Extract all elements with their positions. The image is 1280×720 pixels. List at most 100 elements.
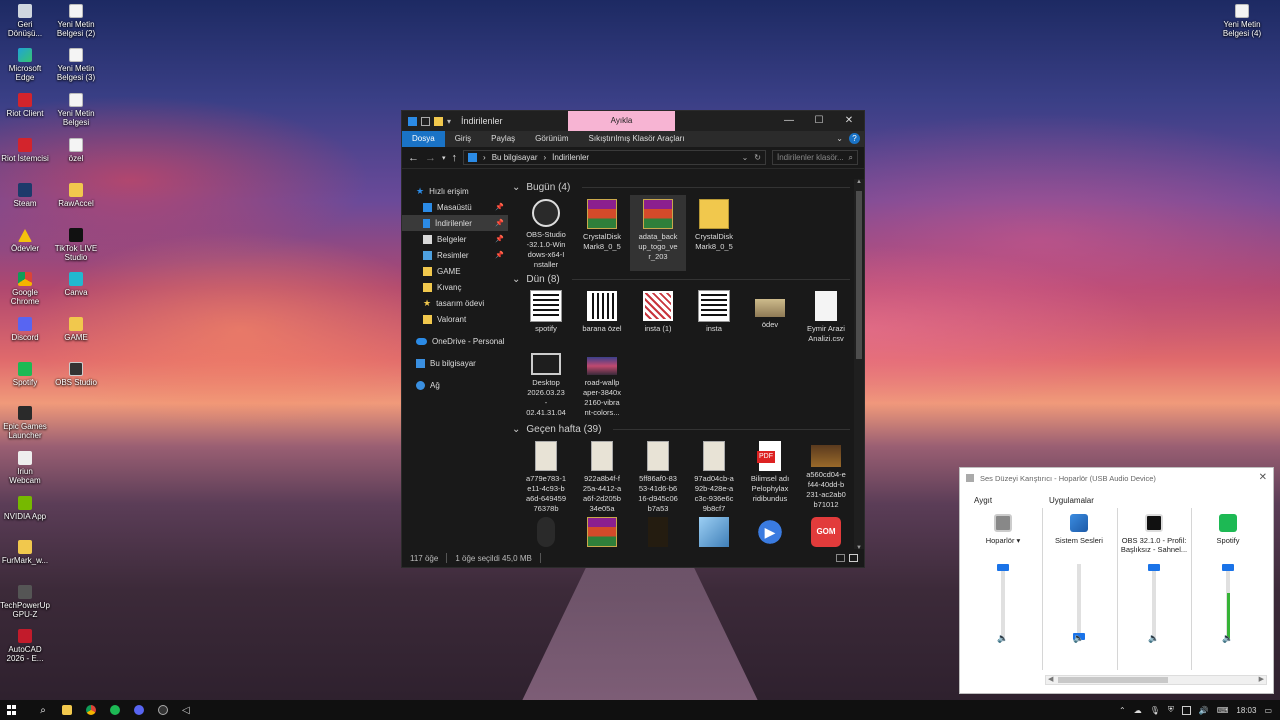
- microphone-icon[interactable]: 🎙: [1150, 706, 1160, 715]
- file-item[interactable]: Bilimsel adı Pelophylax ridibundus: [742, 437, 798, 513]
- nav-item[interactable]: Kıvanç: [402, 279, 508, 295]
- desktop-shortcut[interactable]: TechPowerUp GPU-Z: [0, 585, 50, 619]
- file-item[interactable]: adata_back up_togo_ve r_203: [630, 195, 686, 271]
- downloads-icon[interactable]: [408, 116, 417, 126]
- pin-icon[interactable]: 📌: [495, 203, 504, 211]
- file-item[interactable]: ▶windows.1 0.codec.pa: [742, 513, 798, 551]
- desktop-shortcut[interactable]: OBS Studio: [51, 362, 101, 387]
- desktop-shortcut[interactable]: Canva: [51, 272, 101, 297]
- notifications-icon[interactable]: ▭: [1264, 706, 1272, 715]
- chevron-down-icon[interactable]: ▾: [1014, 536, 1021, 545]
- pin-icon[interactable]: 📌: [495, 235, 504, 243]
- ribbon-tab-compressed-tools[interactable]: Sıkıştırılmış Klasör Araçları: [579, 131, 695, 147]
- group-header[interactable]: ⌄ Dün (8): [508, 271, 856, 287]
- recent-locations-icon[interactable]: ▾: [442, 154, 446, 162]
- spotify-icon[interactable]: [1219, 514, 1237, 532]
- chevron-up-icon[interactable]: ⌃: [1119, 706, 1126, 715]
- desktop-shortcut[interactable]: Geri Dönüşü...: [0, 4, 50, 38]
- ribbon-tab-view[interactable]: Görünüm: [525, 131, 578, 147]
- search-icon[interactable]: ⌕: [31, 700, 55, 720]
- slider-knob[interactable]: [1222, 564, 1234, 571]
- back-arrow-icon[interactable]: ←: [408, 152, 419, 164]
- file-item[interactable]: Eymir Arazi Analizi.csv: [798, 287, 854, 345]
- extract-context-tab[interactable]: Ayıkla: [568, 111, 675, 131]
- mute-toggle-icon[interactable]: 🔈: [1192, 633, 1264, 644]
- expand-ribbon-icon[interactable]: ⌄: [836, 134, 843, 143]
- system-sounds-icon[interactable]: [1070, 514, 1088, 532]
- scrollbar-thumb[interactable]: [1058, 677, 1168, 683]
- desktop-shortcut[interactable]: GAME: [51, 317, 101, 342]
- group-header[interactable]: ⌄ Geçen hafta (39): [508, 421, 856, 437]
- file-item[interactable]: road-wallp aper-3840x 2160-vibra nt-colo…: [574, 345, 630, 421]
- nav-item[interactable]: ★ Hızlı erişim: [402, 183, 508, 199]
- volume-slider[interactable]: [1073, 564, 1085, 640]
- file-item[interactable]: barana özel: [574, 287, 630, 345]
- file-item[interactable]: 922a8b4f-f 25a-4412-a a6f-2d205b 34e05a: [574, 437, 630, 513]
- desktop-shortcut[interactable]: Iriun Webcam: [0, 451, 50, 485]
- file-item[interactable]: ödev: [742, 287, 798, 345]
- shield-icon[interactable]: ⛨: [1168, 705, 1174, 715]
- chevron-down-icon[interactable]: ⌄: [512, 182, 520, 193]
- desktop-shortcut[interactable]: Yeni Metin Belgesi (4): [1217, 4, 1267, 38]
- taskbar-app-button[interactable]: ◁: [175, 700, 199, 720]
- desktop-shortcut[interactable]: NVIDIA App: [0, 496, 50, 521]
- nav-item[interactable]: Resimler 📌: [402, 247, 508, 263]
- file-item[interactable]: spotify: [518, 287, 574, 345]
- chevron-down-icon[interactable]: ⌄: [742, 153, 749, 162]
- desktop-shortcut[interactable]: Yeni Metin Belgesi (2): [51, 4, 101, 38]
- slider-knob[interactable]: [997, 564, 1009, 571]
- breadcrumb-this-pc[interactable]: Bu bilgisayar: [492, 153, 538, 162]
- file-item[interactable]: AutoClicke r: [518, 513, 574, 551]
- nav-item[interactable]: Masaüstü 📌: [402, 199, 508, 215]
- desktop-shortcut[interactable]: FurMark_w...: [0, 540, 50, 565]
- mixer-channel-label[interactable]: Hoparlör ▾: [967, 536, 1039, 556]
- slider-knob[interactable]: [1148, 564, 1160, 571]
- desktop-shortcut[interactable]: Discord: [0, 317, 50, 342]
- mute-toggle-icon[interactable]: 🔈: [1043, 633, 1115, 644]
- desktop-shortcut[interactable]: Riot Client: [0, 93, 50, 118]
- search-icon[interactable]: ⌕: [849, 153, 853, 163]
- chevron-down-icon[interactable]: ⌄: [512, 274, 520, 285]
- customize-toolbar-icon[interactable]: ▾: [447, 117, 451, 126]
- volume-slider[interactable]: [1222, 564, 1234, 640]
- file-item[interactable]: CrystalDisk Mark8_0_5: [686, 195, 742, 271]
- breadcrumb-downloads[interactable]: İndirilenler: [552, 153, 589, 162]
- help-icon[interactable]: ?: [849, 133, 860, 144]
- search-input[interactable]: İndirilenler klasör... ⌕: [772, 150, 858, 165]
- group-header[interactable]: ⌄ Bugün (4): [508, 179, 856, 195]
- details-view-icon[interactable]: [836, 554, 845, 562]
- taskbar-app-button[interactable]: [79, 700, 103, 720]
- desktop-shortcut[interactable]: Microsoft Edge: [0, 48, 50, 82]
- obs-icon[interactable]: [1145, 514, 1163, 532]
- close-icon[interactable]: ✕: [1259, 472, 1267, 483]
- file-item[interactable]: 5ff86af0-83 53-41d6-b6 16-d945c06 b7a53: [630, 437, 686, 513]
- ribbon-tab-share[interactable]: Paylaş: [481, 131, 525, 147]
- file-item[interactable]: 97ad04cb-a 92b-428e-a c3c-936e6c 9b8cf7: [686, 437, 742, 513]
- desktop-shortcut[interactable]: Google Chrome: [0, 272, 50, 306]
- volume-slider[interactable]: [997, 564, 1009, 640]
- taskbar-app-button[interactable]: [127, 700, 151, 720]
- nav-item[interactable]: OneDrive - Personal: [402, 333, 508, 349]
- nav-item[interactable]: Belgeler 📌: [402, 231, 508, 247]
- minimize-button[interactable]: —: [774, 111, 804, 131]
- forward-arrow-icon[interactable]: →: [425, 152, 436, 164]
- properties-icon[interactable]: [421, 116, 430, 126]
- nav-item[interactable]: Valorant: [402, 311, 508, 327]
- file-item[interactable]: insta: [686, 287, 742, 345]
- speaker-icon[interactable]: [994, 514, 1012, 532]
- file-item[interactable]: insta (1): [630, 287, 686, 345]
- taskbar-app-button[interactable]: [103, 700, 127, 720]
- title-bar[interactable]: ▾ İndirilenler Ayıkla — ☐ ✕: [402, 111, 864, 131]
- chevron-down-icon[interactable]: ⌄: [512, 424, 520, 435]
- mute-toggle-icon[interactable]: 🔈: [967, 633, 1039, 644]
- new-folder-icon[interactable]: [434, 116, 443, 126]
- refresh-icon[interactable]: ↻: [754, 153, 761, 162]
- nav-item[interactable]: ★ tasarım ödevi: [402, 295, 508, 311]
- desktop-shortcut[interactable]: Ödevler: [0, 228, 50, 253]
- horizontal-scrollbar[interactable]: ◀ ▶: [1045, 675, 1267, 685]
- up-arrow-icon[interactable]: ↑: [452, 152, 458, 164]
- mute-toggle-icon[interactable]: 🔈: [1118, 633, 1190, 644]
- scrollbar-thumb[interactable]: [856, 191, 862, 359]
- desktop-shortcut[interactable]: TikTok LIVE Studio: [51, 228, 101, 262]
- taskbar-app-button[interactable]: [55, 700, 79, 720]
